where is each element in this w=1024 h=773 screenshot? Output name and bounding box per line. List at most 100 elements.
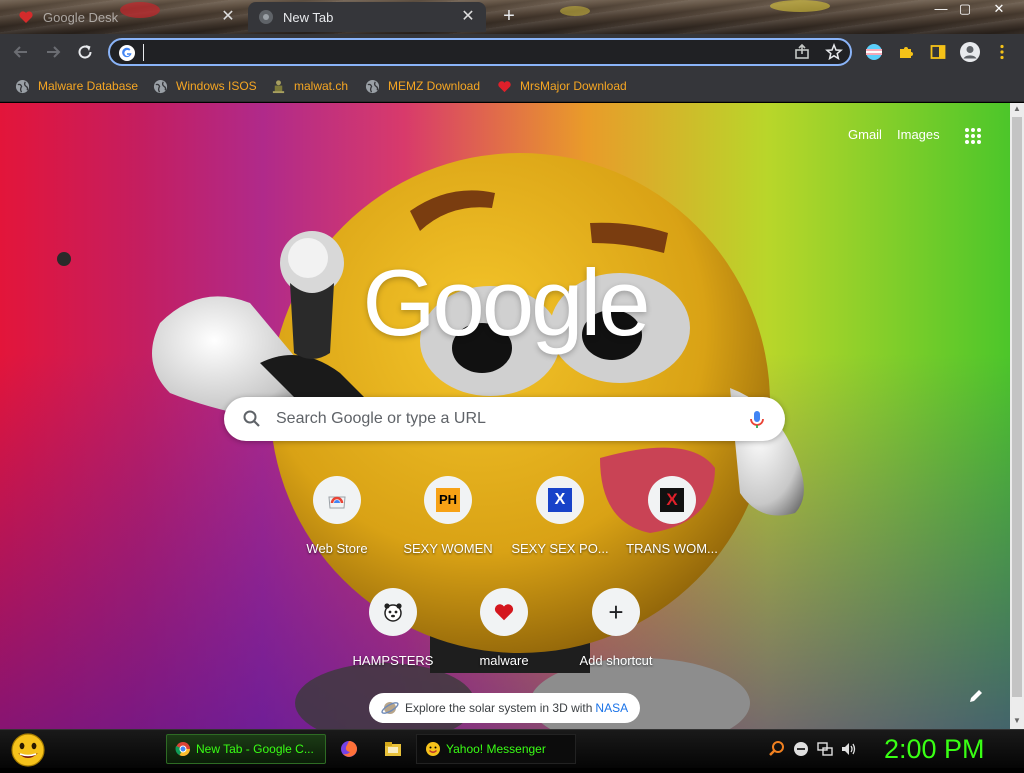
bookmark-memz-download[interactable]: MEMZ Download (364, 76, 480, 96)
promo-chip[interactable]: Explore the solar system in 3D with NASA (369, 693, 640, 723)
x-blue-icon: X (536, 476, 584, 524)
tab-google-desk[interactable]: Google Desk ✕ (8, 2, 246, 32)
taskbar-yahoo-messenger[interactable]: Yahoo! Messenger (416, 734, 576, 764)
search-input[interactable] (276, 408, 736, 430)
shortcut-web-store[interactable]: Web Store (281, 476, 393, 566)
bookmark-mrsmajor-download[interactable]: MrsMajor Download (496, 76, 627, 96)
title-bar: Google Desk ✕ New Tab ✕ + — ▢ ✕ (0, 0, 1024, 34)
globe-icon (364, 78, 380, 94)
bookmark-windows-isos[interactable]: Windows ISOS (152, 76, 257, 96)
taskbar-clock[interactable]: 2:00 PM (884, 733, 1014, 765)
task-label: Yahoo! Messenger (446, 742, 546, 756)
profile-avatar-icon[interactable] (958, 40, 982, 64)
page-scrollbar[interactable]: ▲ ▼ (1010, 103, 1024, 729)
chrome-icon (175, 741, 191, 757)
globe-icon (14, 78, 30, 94)
chrome-icon (258, 9, 274, 25)
decor-splat (560, 6, 590, 16)
bookmark-label: MrsMajor Download (520, 79, 627, 93)
heart-icon (480, 588, 528, 636)
minus-circle-tray-icon[interactable] (792, 740, 810, 758)
firefox-icon[interactable] (339, 739, 359, 759)
forward-arrow-icon (47, 46, 61, 58)
text-caret (143, 44, 144, 61)
volume-tray-icon[interactable] (840, 740, 858, 758)
extensions-puzzle-icon[interactable] (894, 40, 918, 64)
heart-icon (496, 78, 512, 94)
reload-icon (78, 45, 92, 59)
shortcut-label: Web Store (306, 541, 368, 556)
shortcut-malware[interactable]: malware (448, 588, 560, 678)
scroll-thumb[interactable] (1012, 117, 1022, 697)
ph-icon: PH (424, 476, 472, 524)
planet-icon (375, 693, 405, 723)
menu-kebab-icon[interactable] (990, 40, 1014, 64)
nasa-link[interactable]: NASA (595, 701, 628, 715)
shortcut-label: SEXY SEX PO... (511, 541, 609, 556)
add-shortcut-button[interactable]: + Add shortcut (560, 588, 672, 678)
bookmark-label: Windows ISOS (176, 79, 257, 93)
microphone-icon[interactable] (746, 408, 768, 430)
gmail-link[interactable]: Gmail (848, 127, 882, 142)
new-tab-button[interactable]: + (498, 6, 520, 28)
bookmark-malwatch[interactable]: malwat.ch (270, 76, 348, 96)
bookmark-malware-database[interactable]: Malware Database (14, 76, 138, 96)
tab-title: New Tab (283, 9, 334, 25)
x-red-icon: X (648, 476, 696, 524)
bookmark-label: MEMZ Download (388, 79, 481, 93)
new-tab-page: Gmail Images Google Web Store PH SEXY WO… (0, 103, 1010, 729)
folder-icon[interactable] (383, 739, 403, 759)
tab-new-tab[interactable]: New Tab ✕ (248, 2, 486, 32)
minimize-button[interactable]: — (928, 0, 954, 18)
start-button-smiley-icon[interactable] (8, 732, 48, 768)
shortcut-label: Add shortcut (579, 653, 653, 668)
decor-splat (770, 0, 830, 12)
close-tab-icon[interactable]: ✕ (460, 9, 476, 25)
heart-icon (18, 9, 34, 25)
shortcut-label: malware (479, 653, 529, 668)
customize-pencil-icon[interactable] (967, 687, 985, 705)
trans-flag-extension-icon[interactable] (862, 40, 886, 64)
browser-toolbar (0, 34, 1024, 70)
side-panel-icon[interactable] (926, 40, 950, 64)
task-label: New Tab - Google C... (196, 742, 314, 756)
close-window-button[interactable]: ✕ (986, 0, 1012, 18)
shortcut-sexy-sex-po[interactable]: X SEXY SEX PO... (504, 476, 616, 566)
google-apps-grid-icon[interactable] (963, 126, 983, 146)
scroll-down-icon[interactable]: ▼ (1010, 715, 1024, 727)
close-tab-icon[interactable]: ✕ (220, 9, 236, 25)
address-input[interactable] (142, 43, 782, 63)
back-button[interactable] (8, 39, 34, 65)
hamster-icon (369, 588, 417, 636)
shortcut-sexy-women[interactable]: PH SEXY WOMEN (392, 476, 504, 566)
network-tray-icon[interactable] (816, 740, 834, 758)
reload-button[interactable] (72, 39, 98, 65)
bookmarks-bar: Malware Database Windows ISOS malwat.ch … (0, 70, 1024, 102)
back-arrow-icon (13, 46, 27, 58)
bookmark-star-icon[interactable] (822, 40, 846, 64)
shortcut-label: TRANS WOM... (626, 541, 718, 556)
web-store-icon (313, 476, 361, 524)
bookmark-label: Malware Database (38, 79, 139, 93)
shortcut-label: HAMPSTERS (352, 653, 434, 668)
shortcut-hampsters[interactable]: HAMPSTERS (337, 588, 449, 678)
scroll-up-icon[interactable]: ▲ (1010, 103, 1024, 115)
share-icon[interactable] (790, 40, 814, 64)
forward-button[interactable] (40, 39, 66, 65)
shortcut-trans-wom[interactable]: X TRANS WOM... (616, 476, 728, 566)
google-g-icon (119, 45, 135, 61)
taskbar-chrome-window[interactable]: New Tab - Google C... (166, 734, 326, 764)
search-icon (242, 409, 262, 429)
search-box[interactable] (224, 397, 785, 441)
images-link[interactable]: Images (897, 127, 940, 142)
promo-text: Explore the solar system in 3D with (405, 701, 593, 715)
search-tray-icon[interactable] (768, 740, 786, 758)
smiley-icon (425, 741, 441, 757)
tab-title: Google Desk (43, 9, 119, 25)
address-bar[interactable] (108, 38, 852, 66)
figure-icon (270, 78, 286, 94)
shortcut-label: SEXY WOMEN (403, 541, 493, 556)
bookmark-label: malwat.ch (294, 79, 349, 93)
maximize-button[interactable]: ▢ (952, 0, 978, 18)
globe-icon (152, 78, 168, 94)
